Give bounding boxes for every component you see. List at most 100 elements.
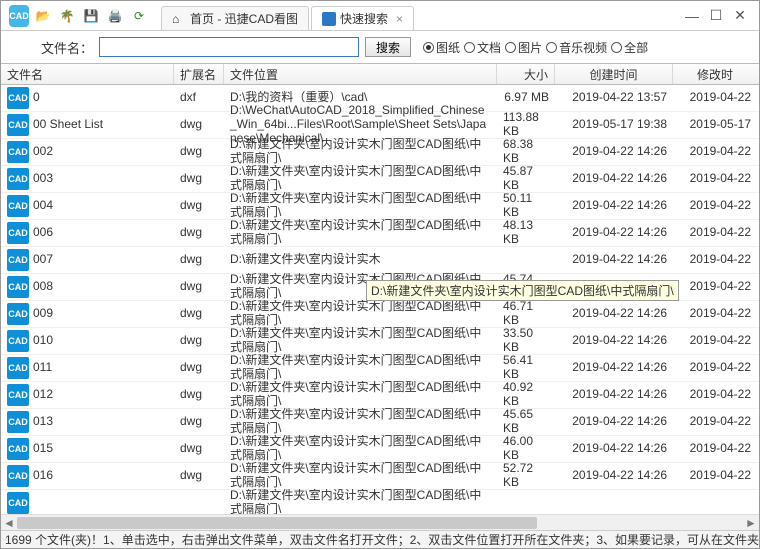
open-icon[interactable]: 📂: [33, 6, 53, 26]
tab-label: 快速搜索: [340, 10, 388, 27]
cell-size: 40.92 KB: [497, 381, 555, 409]
table-row[interactable]: CAD011dwgD:\新建文件夹\室内设计实木门图型CAD图纸\中式隔扇门\5…: [1, 355, 759, 382]
radio-label: 图片: [518, 39, 542, 56]
table-row[interactable]: CAD009dwgD:\新建文件夹\室内设计实木门图型CAD图纸\中式隔扇门\4…: [1, 301, 759, 328]
table-row[interactable]: CAD016dwgD:\新建文件夹\室内设计实木门图型CAD图纸\中式隔扇门\5…: [1, 463, 759, 490]
filter-radio-3[interactable]: 音乐视频: [546, 39, 607, 56]
close-icon[interactable]: ×: [396, 12, 403, 26]
cell-mtime: 2019-04-22: [673, 442, 757, 456]
tabset: ⌂ 首页 - 迅捷CAD看图 快速搜索 ×: [161, 1, 677, 30]
cell-path: D:\新建文件夹\室内设计实木门图型CAD图纸\中式隔扇门\: [224, 435, 497, 463]
cell-ext: dwg: [174, 145, 224, 159]
maximize-button[interactable]: ☐: [709, 9, 723, 23]
cell-mtime: 2019-04-22: [673, 253, 757, 267]
cell-path: D:\新建文件夹\室内设计实木门图型CAD图纸\中式隔扇门\: [224, 300, 497, 328]
cell-mtime: 2019-04-22: [673, 280, 757, 294]
cell-ctime: 2019-04-22 14:26: [555, 307, 673, 321]
cell-ext: dwg: [174, 118, 224, 132]
radio-label: 文档: [477, 39, 501, 56]
statusbar: 1699 个文件(夹)！1、单击选中，右击弹出文件菜单，双击文件名打开文件；2、…: [1, 530, 759, 548]
filter-radio-0[interactable]: 图纸: [423, 39, 460, 56]
table-row[interactable]: CAD00 Sheet ListdwgD:\WeChat\AutoCAD_201…: [1, 112, 759, 139]
cell-path: D:\新建文件夹\室内设计实木门图型CAD图纸\中式隔扇门\: [224, 138, 497, 166]
refresh-icon[interactable]: ⟳: [129, 6, 149, 26]
table-row[interactable]: CAD003dwgD:\新建文件夹\室内设计实木门图型CAD图纸\中式隔扇门\4…: [1, 166, 759, 193]
cell-ext: dwg: [174, 307, 224, 321]
close-button[interactable]: ✕: [733, 9, 747, 23]
toolbar: CAD 📂 🌴 💾 🖨️ ⟳: [5, 6, 153, 26]
cell-size: 45.65 KB: [497, 408, 555, 436]
cell-ext: dwg: [174, 388, 224, 402]
cad-file-icon: CAD: [7, 276, 29, 298]
cell-ctime: 2019-04-22 14:26: [555, 415, 673, 429]
tab-home[interactable]: ⌂ 首页 - 迅捷CAD看图: [161, 6, 309, 30]
cell-mtime: 2019-04-22: [673, 145, 757, 159]
cell-name: CAD003: [1, 168, 174, 190]
cell-ext: dwg: [174, 172, 224, 186]
cell-name: CAD0: [1, 87, 174, 109]
search-button[interactable]: 搜索: [365, 37, 411, 57]
scroll-thumb[interactable]: [17, 517, 537, 529]
search-input[interactable]: [99, 37, 359, 57]
minimize-button[interactable]: —: [685, 9, 699, 23]
table-row[interactable]: CAD013dwgD:\新建文件夹\室内设计实木门图型CAD图纸\中式隔扇门\4…: [1, 409, 759, 436]
cell-mtime: 2019-05-17: [673, 118, 757, 132]
table-row[interactable]: CAD004dwgD:\新建文件夹\室内设计实木门图型CAD图纸\中式隔扇门\5…: [1, 193, 759, 220]
scroll-track[interactable]: [17, 517, 743, 529]
cell-size: 46.00 KB: [497, 435, 555, 463]
cell-ext: dwg: [174, 442, 224, 456]
cad-file-icon: CAD: [7, 249, 29, 271]
table-row[interactable]: CAD012dwgD:\新建文件夹\室内设计实木门图型CAD图纸\中式隔扇门\4…: [1, 382, 759, 409]
cell-mtime: 2019-04-22: [673, 469, 757, 483]
col-header-path[interactable]: 文件位置: [224, 64, 497, 84]
scroll-left-icon[interactable]: ◄: [1, 515, 17, 531]
cell-ext: dwg: [174, 253, 224, 267]
cell-name: CAD016: [1, 465, 174, 487]
save-icon[interactable]: 💾: [81, 6, 101, 26]
path-tooltip: D:\新建文件夹\室内设计实木门图型CAD图纸\中式隔扇门\: [366, 280, 679, 301]
cell-mtime: 2019-04-22: [673, 226, 757, 240]
radio-circle-icon: [505, 42, 516, 53]
cell-ctime: 2019-04-22 14:26: [555, 442, 673, 456]
scroll-right-icon[interactable]: ►: [743, 515, 759, 531]
home-icon: ⌂: [172, 12, 186, 26]
cell-size: 33.50 KB: [497, 327, 555, 355]
filter-radio-1[interactable]: 文档: [464, 39, 501, 56]
cell-path: D:\新建文件夹\室内设计实木门图型CAD图纸\中式隔扇门\: [224, 165, 497, 193]
cad-file-icon: CAD: [7, 303, 29, 325]
cell-ext: dwg: [174, 280, 224, 294]
cell-ctime: 2019-04-22 14:26: [555, 361, 673, 375]
grid-body[interactable]: CAD0dxfD:\我的资料（重要）\cad\6.97 MB2019-04-22…: [1, 85, 759, 523]
table-row[interactable]: CAD D:\新建文件夹\室内设计实木门图型CAD图纸\中式隔扇门\: [1, 490, 759, 517]
table-row[interactable]: CAD007dwgD:\新建文件夹\室内设计实木2019-04-22 14:26…: [1, 247, 759, 274]
search-tab-icon: [322, 12, 336, 26]
cell-size: 52.72 KB: [497, 462, 555, 490]
horizontal-scrollbar[interactable]: ◄ ►: [1, 514, 759, 530]
radio-label: 图纸: [436, 39, 460, 56]
col-header-mtime[interactable]: 修改时: [673, 64, 757, 84]
cell-mtime: 2019-04-22: [673, 388, 757, 402]
col-header-size[interactable]: 大小: [497, 64, 555, 84]
filter-radio-2[interactable]: 图片: [505, 39, 542, 56]
cell-name: CAD002: [1, 141, 174, 163]
cell-path: D:\新建文件夹\室内设计实木门图型CAD图纸\中式隔扇门\: [224, 219, 497, 247]
col-header-ext[interactable]: 扩展名: [174, 64, 224, 84]
print-icon[interactable]: 🖨️: [105, 6, 125, 26]
cell-path: D:\新建文件夹\室内设计实木门图型CAD图纸\中式隔扇门\: [224, 489, 497, 517]
cell-path: D:\新建文件夹\室内设计实木门图型CAD图纸\中式隔扇门\: [224, 327, 497, 355]
col-header-name[interactable]: 文件名: [1, 64, 174, 84]
cell-name: CAD: [1, 492, 174, 514]
col-header-ctime[interactable]: 创建时间: [555, 64, 673, 84]
table-row[interactable]: CAD006dwgD:\新建文件夹\室内设计实木门图型CAD图纸\中式隔扇门\4…: [1, 220, 759, 247]
table-row[interactable]: CAD002dwgD:\新建文件夹\室内设计实木门图型CAD图纸\中式隔扇门\6…: [1, 139, 759, 166]
filter-radio-4[interactable]: 全部: [611, 39, 648, 56]
filter-radio-group: 图纸文档图片音乐视频全部: [423, 39, 648, 56]
tab-quicksearch[interactable]: 快速搜索 ×: [311, 6, 414, 30]
cad-file-icon: CAD: [7, 492, 29, 514]
cell-size: 48.13 KB: [497, 219, 555, 247]
table-row[interactable]: CAD015dwgD:\新建文件夹\室内设计实木门图型CAD图纸\中式隔扇门\4…: [1, 436, 759, 463]
cell-name: CAD00 Sheet List: [1, 114, 174, 136]
cell-ctime: 2019-04-22 14:26: [555, 469, 673, 483]
palm-icon[interactable]: 🌴: [57, 6, 77, 26]
table-row[interactable]: CAD010dwgD:\新建文件夹\室内设计实木门图型CAD图纸\中式隔扇门\3…: [1, 328, 759, 355]
